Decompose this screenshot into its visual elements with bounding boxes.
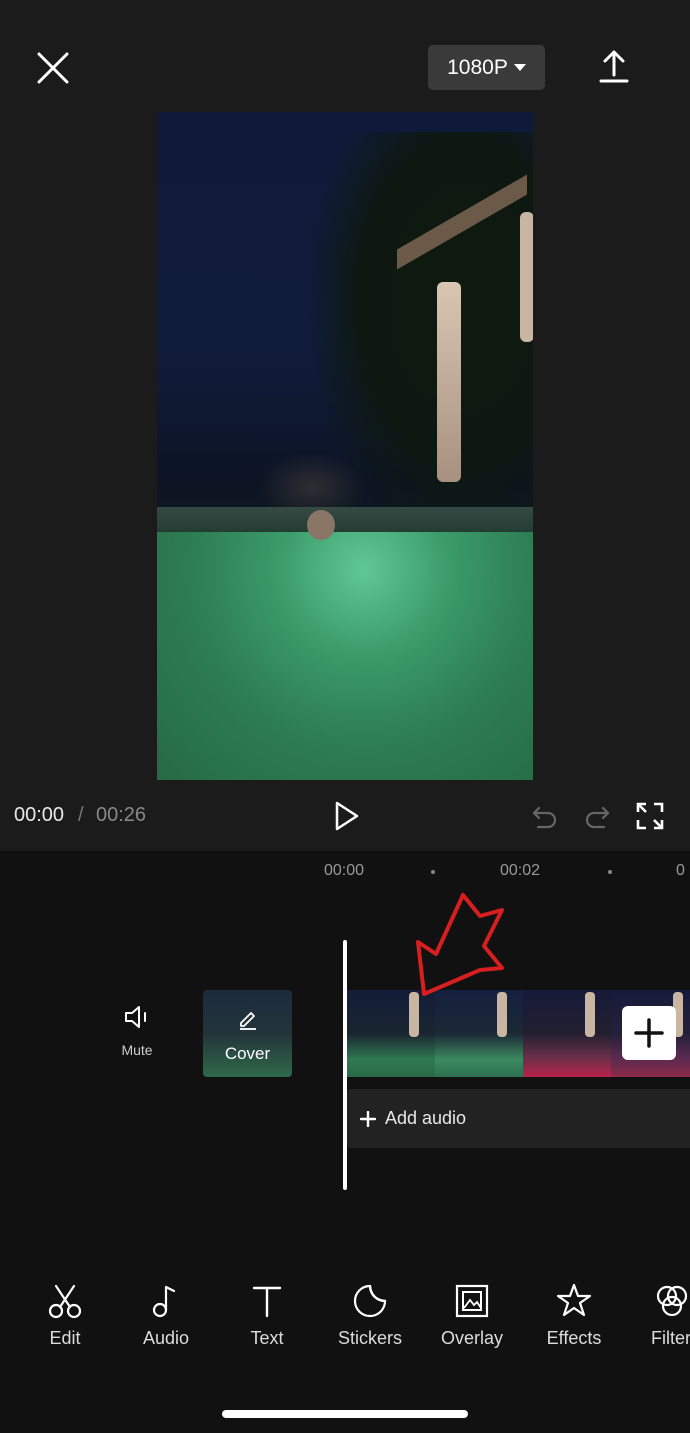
ruler-dot <box>608 870 612 874</box>
fullscreen-icon <box>636 802 664 830</box>
tool-effects[interactable]: Effects <box>529 1282 619 1362</box>
tool-edit[interactable]: Edit <box>20 1282 110 1362</box>
tool-audio[interactable]: Audio <box>121 1282 211 1362</box>
filter-icon <box>656 1285 688 1317</box>
speaker-icon <box>125 1006 146 1028</box>
pencil-icon <box>240 1012 256 1030</box>
time-separator: / <box>78 804 84 826</box>
add-audio-label: Add audio <box>385 1108 467 1128</box>
playhead[interactable] <box>343 940 347 1190</box>
tool-label: Edit <box>49 1328 81 1348</box>
overlay-icon <box>455 1284 489 1318</box>
close-icon <box>37 52 69 84</box>
plus-icon <box>634 1018 664 1048</box>
total-time: 00:26 <box>96 804 147 826</box>
close-button[interactable] <box>30 45 76 91</box>
effects-star-icon <box>556 1283 592 1317</box>
export-button[interactable] <box>592 45 636 89</box>
redo-icon <box>585 806 610 829</box>
ruler-dot <box>431 870 435 874</box>
video-preview[interactable] <box>157 112 533 780</box>
resolution-label: 1080P <box>447 55 508 79</box>
tool-stickers[interactable]: Stickers <box>325 1282 415 1362</box>
tool-label: Effects <box>546 1328 602 1348</box>
home-indicator <box>222 1410 468 1418</box>
clip-thumbnail <box>523 990 611 1077</box>
preview-curtain <box>520 212 533 342</box>
undo-button[interactable] <box>530 802 560 832</box>
current-time: 00:00 <box>14 804 65 826</box>
tool-overlay[interactable]: Overlay <box>427 1282 517 1362</box>
sticker-icon <box>353 1284 387 1318</box>
preview-curtain <box>437 282 461 482</box>
add-clip-button[interactable] <box>622 1006 676 1060</box>
tool-label: Audio <box>142 1328 190 1348</box>
tool-text[interactable]: Text <box>222 1282 312 1362</box>
ruler-tick-label: 00:02 <box>500 862 541 879</box>
text-icon <box>252 1286 282 1318</box>
cover-label: Cover <box>224 1044 271 1063</box>
bottom-toolbar: Edit Audio Text Stickers Overlay Effects… <box>0 1270 690 1370</box>
play-icon <box>335 801 359 831</box>
ruler-tick-label-partial: 0 <box>676 862 685 879</box>
music-note-icon <box>152 1285 176 1318</box>
caret-down-icon <box>513 64 526 71</box>
mute-button[interactable]: Mute <box>112 998 162 1060</box>
clip-thumbnail <box>435 990 523 1077</box>
resolution-dropdown[interactable]: 1080P <box>428 45 545 90</box>
preview-swimmer <box>307 510 335 540</box>
mute-label: Mute <box>121 1042 153 1058</box>
upload-icon <box>599 50 629 83</box>
tool-label: Filter <box>651 1328 690 1348</box>
ruler-tick-label: 00:00 <box>324 862 365 879</box>
plus-icon <box>360 1110 376 1127</box>
cover-button[interactable]: Cover <box>203 990 292 1077</box>
tool-filter[interactable]: Filter <box>629 1282 690 1362</box>
tool-label: Stickers <box>337 1328 402 1348</box>
tool-label: Text <box>250 1328 284 1348</box>
preview-water <box>157 532 533 780</box>
play-button[interactable] <box>330 799 362 833</box>
add-audio-button[interactable]: Add audio <box>347 1089 690 1148</box>
tool-label: Overlay <box>440 1328 503 1348</box>
undo-icon <box>532 806 557 829</box>
clip-thumbnail <box>347 990 435 1077</box>
redo-button[interactable] <box>582 802 612 832</box>
annotation-arrow-icon <box>416 893 504 996</box>
scissors-icon <box>48 1284 82 1319</box>
fullscreen-button[interactable] <box>635 801 665 831</box>
